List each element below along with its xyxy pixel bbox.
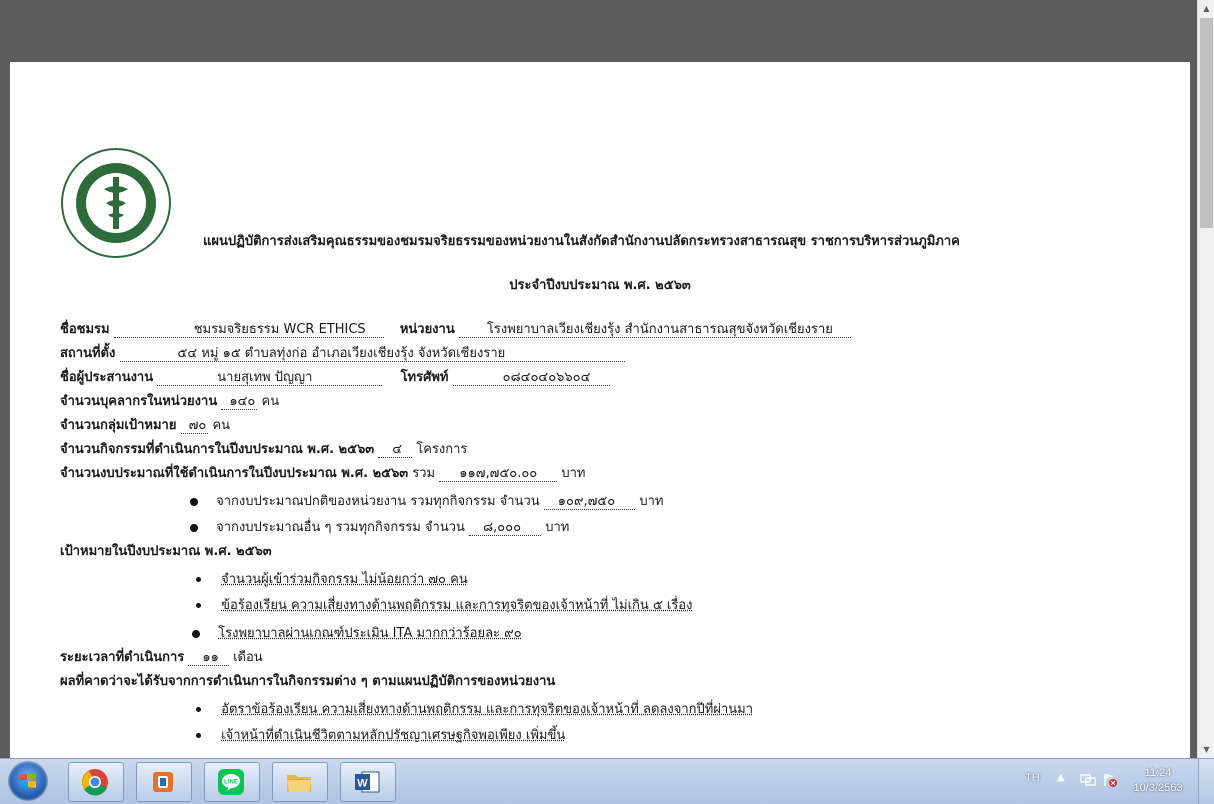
document-page: แผนปฏิบัติการส่งเสริมคุณธรรมของชมรมจริยธ… [10, 62, 1190, 758]
target-line: จำนวนกลุ่มเป้าหมาย ๗๐ คน [60, 414, 230, 435]
club-line: ชื่อชมรม ชมรมจริยธรรม WCR ETHICS หน่วยงา… [60, 318, 851, 339]
budget-item: จากงบประมาณปกติของหน่วยงาน รวมทุกกิจกรรม… [190, 490, 663, 511]
period-line: ระยะเวลาที่ดำเนินการ ๑๑ เดือน [60, 646, 263, 667]
svg-text:W: W [357, 778, 368, 790]
chrome-icon [82, 769, 108, 796]
budget-unit: บาท [561, 466, 586, 481]
activities-label: จำนวนกิจกรรมที่ดำเนินการในปีงบประมาณ พ.ศ… [60, 442, 375, 457]
budget-item-unit: บาท [639, 494, 664, 509]
staff-unit: คน [261, 394, 280, 409]
word-icon: W [355, 771, 380, 793]
result-text: เจ้าหน้าที่ดำเนินชีวิตตามหลักปรัชญาเศรษฐ… [221, 728, 566, 743]
goal-item: โรงพยาบาลผ่านเกณฑ์ประเมิน ITA มากกว่าร้อ… [192, 622, 522, 643]
unit-label: หน่วยงาน [399, 322, 455, 337]
activities-line: จำนวนกิจกรรมที่ดำเนินการในปีงบประมาณ พ.ศ… [60, 438, 467, 459]
location-value: ๕๔ หมู่ ๑๕ ตำบลทุ่งก่อ อำเภอเวียงเชียงรุ… [119, 346, 626, 362]
bullet-icon [196, 577, 201, 582]
action-center-icon[interactable] [1102, 773, 1118, 787]
budget-item-unit: บาท [545, 520, 570, 535]
unit-value: โรงพยาบาลเวียงเชียงรุ้ง สำนักงานสาธารณสุ… [458, 322, 851, 338]
clock-time: 11:24 [1144, 767, 1172, 779]
budget-label: จำนวนงบประมาณที่ใช้ดำเนินการในปีงบประมาณ… [60, 466, 409, 481]
goal-text: โรงพยาบาลผ่านเกณฑ์ประเมิน ITA มากกว่าร้อ… [218, 626, 522, 641]
bullet-icon [196, 707, 201, 712]
show-hidden-icons-icon[interactable]: ▲ [1057, 772, 1065, 783]
taskbar-line-button[interactable]: LINE [204, 762, 260, 802]
phone-value: ๐๘๔๐๔๐๖๖๐๔ [452, 370, 611, 386]
taskbar-media-button[interactable] [136, 762, 192, 802]
network-icon[interactable] [1080, 773, 1096, 787]
period-unit: เดือน [233, 650, 263, 665]
result-item: อัตราข้อร้องเรียน ความเสี่ยงทางด้านพฤติก… [196, 698, 753, 719]
bullet-icon [190, 497, 198, 506]
system-clock[interactable]: 11:24 10/3/2563 [1128, 766, 1188, 796]
language-indicator[interactable]: TH [1025, 772, 1040, 784]
period-value: ๑๑ [188, 650, 229, 666]
coordinator-value: นายสุเทพ ปัญญา [157, 370, 383, 386]
target-value: ๗๐ [180, 418, 209, 434]
staff-value: ๑๔๐ [221, 394, 258, 410]
start-button[interactable] [8, 761, 48, 801]
phone-label: โทรศัพท์ [400, 370, 449, 385]
taskbar: LINE W TH ▲ 11:24 10/3/2563 [0, 758, 1214, 804]
taskbar-explorer-button[interactable] [272, 762, 328, 802]
bullet-icon [192, 629, 200, 638]
budget-item-text: จากงบประมาณอื่น ๆ รวมทุกกิจกรรม จำนวน [216, 520, 465, 535]
bullet-icon [196, 733, 201, 738]
location-label: สถานที่ตั้ง [60, 346, 116, 361]
budget-item-text: จากงบประมาณปกติของหน่วยงาน รวมทุกกิจกรรม… [216, 494, 540, 509]
activities-value: ๔ [378, 442, 413, 458]
taskbar-chrome-button[interactable] [68, 762, 124, 802]
budget-item-value: ๘,๐๐๐ [469, 520, 542, 536]
location-line: สถานที่ตั้ง ๕๔ หมู่ ๑๕ ตำบลทุ่งก่อ อำเภอ… [60, 342, 626, 363]
clock-date: 10/3/2563 [1133, 782, 1183, 794]
show-desktop-button[interactable] [1198, 759, 1214, 804]
goal-item: จำนวนผู้เข้าร่วมกิจกรรม ไม่น้อยกว่า ๗๐ ค… [196, 568, 468, 589]
target-unit: คน [212, 418, 231, 433]
result-item: เจ้าหน้าที่ดำเนินชีวิตตามหลักปรัชญาเศรษฐ… [196, 724, 565, 745]
taskbar-word-button[interactable]: W [340, 762, 396, 802]
budget-total-word: รวม [412, 466, 436, 481]
staff-label: จำนวนบุคลากรในหน่วยงาน [60, 394, 218, 409]
club-label: ชื่อชมรม [60, 322, 110, 337]
coordinator-label: ชื่อผู้ประสานงาน [60, 370, 154, 385]
document-viewer: แผนปฏิบัติการส่งเสริมคุณธรรมของชมรมจริยธ… [0, 0, 1197, 758]
vertical-scrollbar[interactable]: ▲ ▼ [1197, 0, 1214, 758]
goal-text: จำนวนผู้เข้าร่วมกิจกรรม ไม่น้อยกว่า ๗๐ ค… [221, 572, 468, 587]
media-player-icon [153, 772, 173, 792]
document-title: แผนปฏิบัติการส่งเสริมคุณธรรมของชมรมจริยธ… [203, 234, 960, 249]
bullet-icon [196, 603, 201, 608]
budget-value: ๑๑๗,๗๕๐.๐๐ [439, 466, 558, 482]
scroll-up-icon[interactable]: ▲ [1198, 0, 1214, 17]
windows-logo-icon [20, 773, 36, 788]
club-value: ชมรมจริยธรรม WCR ETHICS [113, 322, 384, 338]
folder-icon [287, 775, 311, 792]
staff-line: จำนวนบุคลากรในหน่วยงาน ๑๔๐ คน [60, 390, 279, 411]
result-text: อัตราข้อร้องเรียน ความเสี่ยงทางด้านพฤติก… [221, 702, 753, 717]
activities-unit: โครงการ [416, 442, 468, 457]
scroll-down-icon[interactable]: ▼ [1198, 741, 1214, 758]
target-label: จำนวนกลุ่มเป้าหมาย [60, 418, 177, 433]
goal-text: ข้อร้องเรียน ความเสี่ยงทางด้านพฤติกรรม แ… [221, 598, 693, 613]
document-subtitle: ประจำปีงบประมาณ พ.ศ. ๒๕๖๓ [509, 278, 691, 293]
period-label: ระยะเวลาที่ดำเนินการ [60, 650, 185, 665]
goal-item: ข้อร้องเรียน ความเสี่ยงทางด้านพฤติกรรม แ… [196, 594, 692, 615]
ministry-logo-icon [61, 148, 171, 258]
bullet-icon [190, 523, 198, 532]
svg-text:LINE: LINE [224, 780, 238, 786]
line-icon: LINE [218, 769, 244, 795]
scrollbar-thumb[interactable] [1200, 18, 1213, 228]
budget-line: จำนวนงบประมาณที่ใช้ดำเนินการในปีงบประมาณ… [60, 462, 586, 483]
budget-item: จากงบประมาณอื่น ๆ รวมทุกกิจกรรม จำนวน ๘,… [190, 516, 569, 537]
coordinator-line: ชื่อผู้ประสานงาน นายสุเทพ ปัญญา โทรศัพท์… [60, 366, 611, 387]
budget-item-value: ๑๐๙,๗๕๐ [543, 494, 636, 510]
results-heading: ผลที่คาดว่าจะได้รับจากการดำเนินการในกิจก… [60, 674, 556, 689]
goals-heading: เป้าหมายในปีงบประมาณ พ.ศ. ๒๕๖๓ [60, 544, 272, 559]
